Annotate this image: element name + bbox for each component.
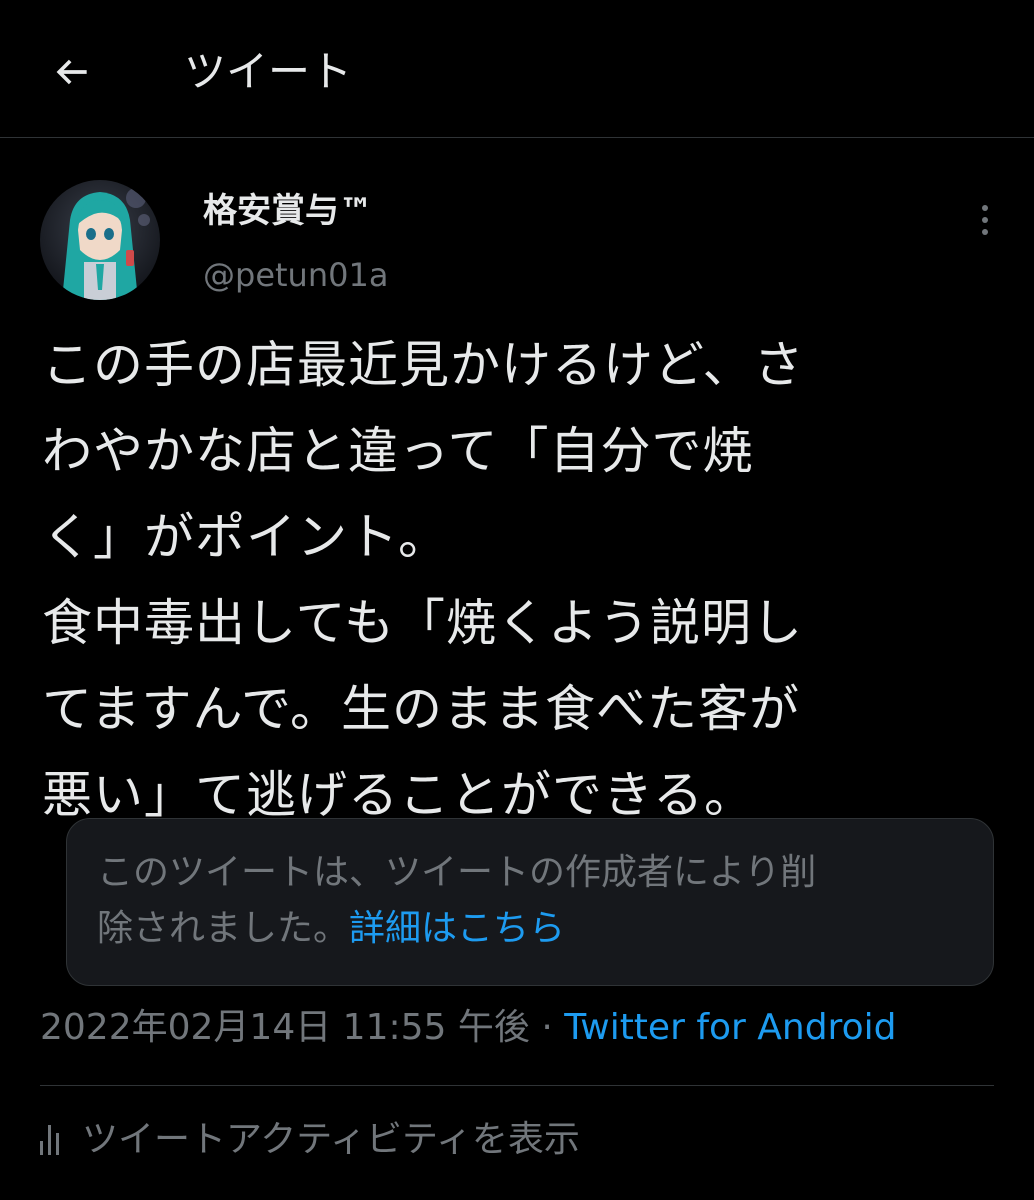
top-app-bar: ツイート — [0, 0, 1034, 138]
tweet-text-line: この手の店最近見かけるけど、さ — [42, 336, 805, 394]
meta-separator: · — [529, 1007, 565, 1048]
tweet-source-link[interactable]: Twitter for Android — [564, 1007, 896, 1048]
back-button[interactable] — [36, 36, 108, 108]
tweet-text: この手の店最近見かけるけど、さ わやかな店と違って「自分で焼 く」がポイント。 … — [42, 322, 972, 838]
avatar-image — [40, 180, 160, 300]
avatar[interactable] — [40, 180, 160, 300]
more-vertical-icon — [982, 205, 988, 211]
tweet-text-line: わやかな店と違って「自分で焼 — [42, 422, 754, 480]
arrow-left-icon — [56, 59, 87, 85]
activity-label: ツイートアクティビティを表示 — [82, 1119, 580, 1160]
tweet-meta: 2022年02月14日 11:55 午後 · Twitter for Andro… — [40, 1000, 896, 1056]
deleted-quote-notice: このツイートは、ツイートの作成者により削 除されました。詳細はこちら — [66, 818, 994, 986]
more-options-button[interactable] — [960, 192, 1010, 248]
tweet-text-line: てますんで。生のまま食べた客が — [42, 680, 800, 738]
display-name[interactable]: 格安賞与™ — [203, 186, 373, 236]
divider — [40, 1085, 994, 1086]
view-tweet-activity-button[interactable]: ツイートアクティビティを表示 — [40, 1110, 580, 1170]
deleted-notice-line: 除されました。 — [97, 908, 350, 949]
page-title: ツイート — [184, 47, 353, 96]
tweet-text-line: く」がポイント。 — [42, 508, 449, 566]
deleted-notice-line: このツイートは、ツイートの作成者により削 — [97, 852, 817, 893]
bar-chart-icon — [40, 1125, 68, 1155]
user-handle[interactable]: @petun01a — [203, 250, 388, 300]
tweet-timestamp[interactable]: 2022年02月14日 11:55 午後 — [40, 1007, 530, 1048]
learn-more-link[interactable]: 詳細はこちら — [349, 908, 565, 949]
tweet-text-line: 食中毒出しても「焼くよう説明し — [42, 594, 803, 652]
